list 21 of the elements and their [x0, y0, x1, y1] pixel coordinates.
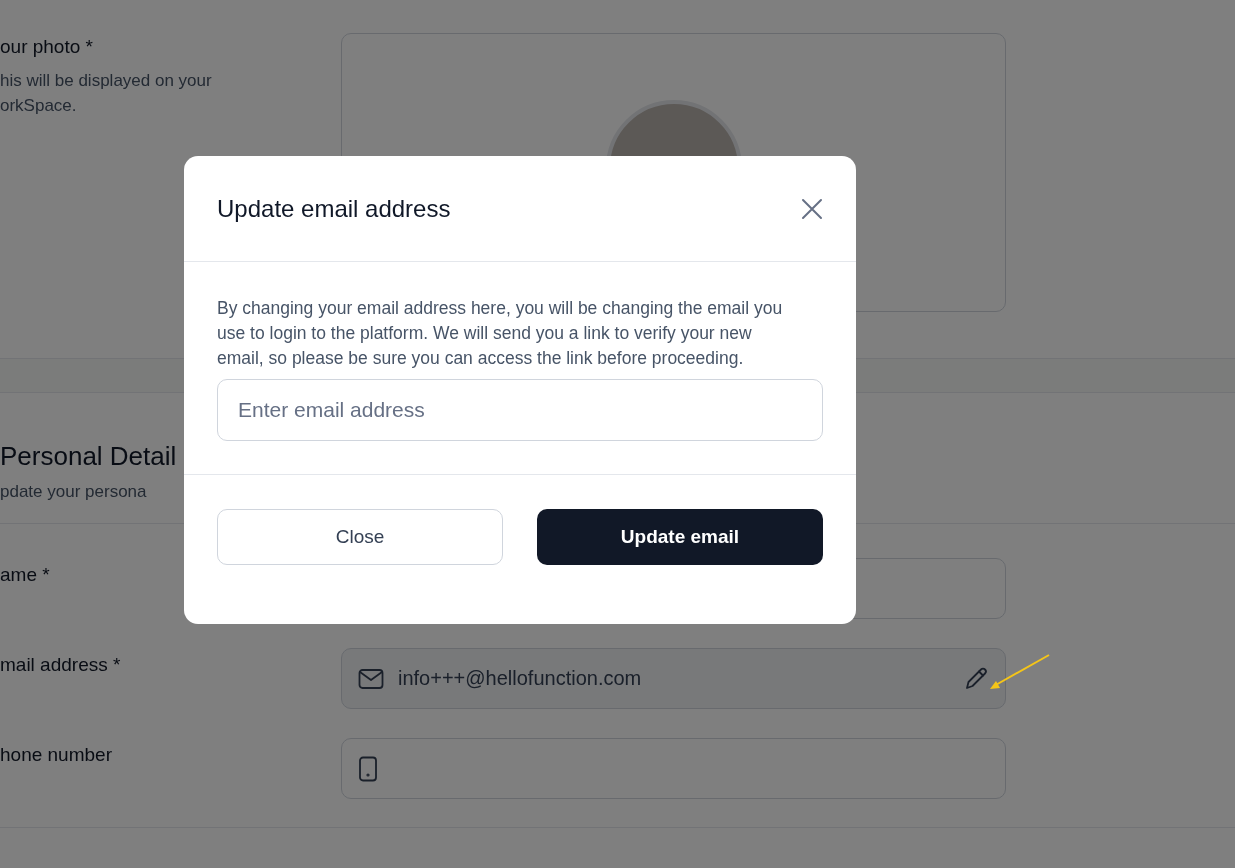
email-input[interactable]: Enter email address: [217, 379, 823, 441]
close-button[interactable]: Close: [217, 509, 503, 565]
hint-text: orkSpace.: [0, 95, 78, 117]
section-subtitle: pdate your persona: [0, 482, 148, 502]
field-label: hone number: [0, 743, 113, 766]
close-button[interactable]: [801, 197, 823, 220]
annotation-arrow: [988, 653, 1052, 691]
update-button[interactable]: Update email: [537, 509, 823, 565]
section-title: Personal Detail: [0, 441, 178, 472]
field-value: info+++@hellofunction.com: [398, 667, 643, 690]
field-label: mail address *: [0, 653, 122, 676]
field-label: ame *: [0, 563, 51, 586]
hint-text: his will be displayed on your: [0, 70, 213, 92]
input-field[interactable]: [341, 738, 1006, 799]
phone-icon: [358, 755, 378, 782]
dialog-message: By changing your email address here, you will be changing the email you use to login to the platform. We will send you a link to verify your new email, so please be sure you can access the link before proceeding.: [217, 297, 784, 370]
dialog-title: Update email address: [217, 194, 451, 223]
close-icon: [801, 197, 823, 220]
field-label: our photo *: [0, 36, 94, 58]
mail-icon: [358, 667, 384, 690]
pencil-icon: [963, 665, 989, 692]
